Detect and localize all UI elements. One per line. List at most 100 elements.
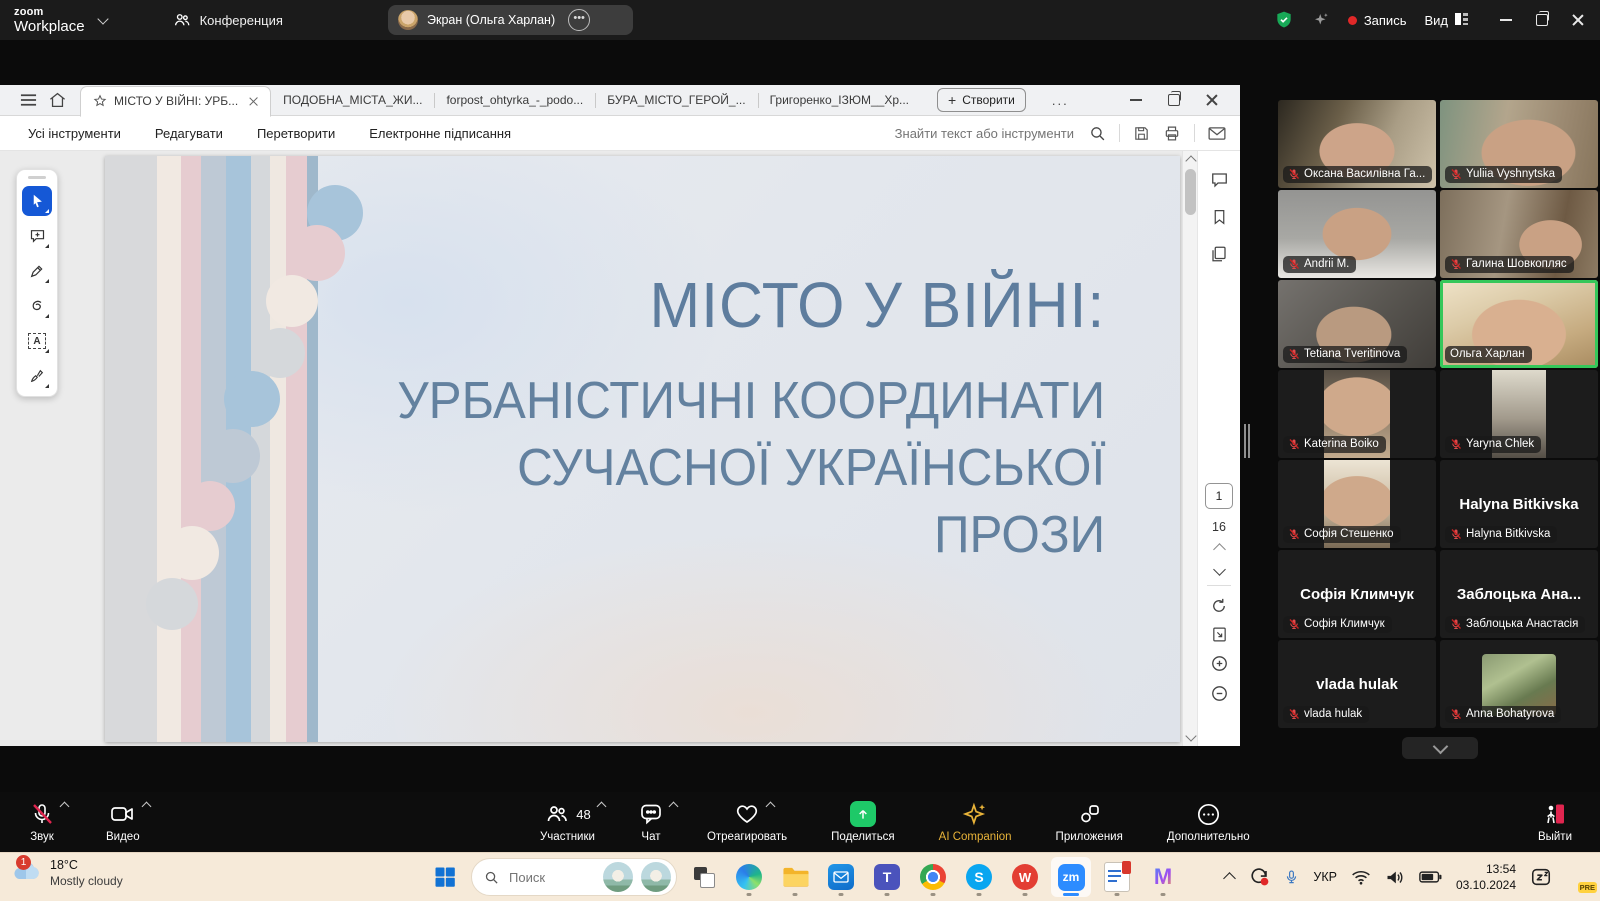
- participant-tile-active-speaker[interactable]: Ольга Харлан: [1440, 280, 1598, 368]
- search-icon[interactable]: [1089, 125, 1106, 142]
- chevron-up-icon[interactable]: [60, 802, 70, 812]
- chevron-down-icon[interactable]: [97, 13, 108, 24]
- pdf-close-icon[interactable]: [1206, 94, 1218, 106]
- chrome-app[interactable]: [913, 857, 953, 897]
- participants-button[interactable]: 48 Участники: [540, 801, 595, 843]
- tab-close-icon[interactable]: [249, 97, 258, 106]
- sign-tool-icon[interactable]: [22, 361, 52, 391]
- leave-button[interactable]: Выйти: [1538, 801, 1572, 843]
- screen-record-icon[interactable]: [1248, 866, 1270, 888]
- taskbar-search[interactable]: [471, 858, 677, 896]
- apps-button[interactable]: Приложения: [1056, 801, 1123, 843]
- more-button[interactable]: Дополнительно: [1167, 801, 1250, 843]
- comment-tool-icon[interactable]: [22, 221, 52, 251]
- tab-overflow-button[interactable]: ...: [1052, 93, 1069, 108]
- scroll-up-icon[interactable]: [1185, 155, 1196, 166]
- pdf-tab[interactable]: ПОДОБНА_МІСТА_ЖИ...: [271, 86, 434, 115]
- page-down-icon[interactable]: [1213, 563, 1226, 576]
- find-input[interactable]: [876, 125, 1076, 142]
- chevron-up-icon[interactable]: [669, 802, 679, 812]
- text-select-tool-icon[interactable]: A: [22, 326, 52, 356]
- bookmark-panel-icon[interactable]: [1211, 208, 1228, 226]
- chevron-up-icon[interactable]: [596, 802, 606, 812]
- participant-tile[interactable]: Оксана Василівна Га...: [1278, 100, 1436, 188]
- menu-convert[interactable]: Перетворити: [257, 126, 335, 141]
- ai-companion-button[interactable]: AI Companion: [939, 801, 1012, 843]
- hamburger-icon[interactable]: [20, 93, 37, 107]
- participant-tile[interactable]: Софія Стешенко: [1278, 460, 1436, 548]
- highlight-tool-icon[interactable]: [22, 256, 52, 286]
- close-icon[interactable]: [1572, 14, 1584, 26]
- volume-icon[interactable]: [1385, 869, 1405, 886]
- home-icon[interactable]: [49, 92, 66, 108]
- audio-button[interactable]: Звук: [30, 801, 54, 843]
- participant-tile[interactable]: Halyna Bitkivska Halyna Bitkivska: [1440, 460, 1598, 548]
- weather-widget[interactable]: 1 18°C Mostly cloudy: [10, 858, 123, 889]
- tab-screen-share[interactable]: Экран (Ольга Харлан) •••: [388, 5, 633, 35]
- react-button[interactable]: Отреагировать: [707, 801, 787, 843]
- participant-tile[interactable]: Katerina Boiko: [1278, 370, 1436, 458]
- pdf-tab-active[interactable]: МІСТО У ВІЙНІ: УРБ...: [80, 86, 271, 117]
- participant-tile[interactable]: Anna Bohatyrova: [1440, 640, 1598, 728]
- video-button[interactable]: Видео: [106, 801, 140, 843]
- tab-meeting[interactable]: Конференция: [173, 11, 283, 29]
- create-button[interactable]: +Створити: [937, 88, 1026, 112]
- participant-tile[interactable]: Andrii M.: [1278, 190, 1436, 278]
- tray-chevron-icon[interactable]: [1224, 872, 1237, 885]
- wps-app[interactable]: W: [1005, 857, 1045, 897]
- zoom-in-icon[interactable]: [1210, 654, 1229, 673]
- page-up-icon[interactable]: [1213, 543, 1226, 556]
- pdf-restore-icon[interactable]: [1168, 94, 1180, 106]
- file-explorer-app[interactable]: [775, 857, 815, 897]
- menu-edit[interactable]: Редагувати: [155, 126, 223, 141]
- rotate-icon[interactable]: [1210, 597, 1228, 615]
- mail-app[interactable]: [821, 857, 861, 897]
- clock[interactable]: 13:54 03.10.2024: [1456, 861, 1516, 893]
- print-icon[interactable]: [1163, 125, 1181, 142]
- start-button[interactable]: [425, 857, 465, 897]
- menu-all-tools[interactable]: Усі інструменти: [28, 126, 121, 141]
- pages-panel-icon[interactable]: [1210, 245, 1228, 263]
- scroll-down-icon[interactable]: [1185, 730, 1196, 741]
- participant-tile[interactable]: Заблоцька Ана... Заблоцька Анастасія: [1440, 550, 1598, 638]
- chevron-up-icon[interactable]: [141, 802, 151, 812]
- fit-page-icon[interactable]: [1211, 626, 1228, 643]
- teams-app[interactable]: T: [867, 857, 907, 897]
- notification-bell-icon[interactable]: [1530, 866, 1552, 888]
- language-indicator[interactable]: УКР: [1313, 870, 1337, 884]
- shield-check-icon[interactable]: [1274, 10, 1294, 30]
- view-button[interactable]: Вид: [1424, 13, 1468, 28]
- restore-icon[interactable]: [1536, 14, 1548, 26]
- mail-icon[interactable]: [1208, 126, 1226, 141]
- edge-app[interactable]: [729, 857, 769, 897]
- participant-tile[interactable]: Tetiana Tveritinova: [1278, 280, 1436, 368]
- battery-icon[interactable]: [1419, 870, 1442, 884]
- scrollbar-thumb[interactable]: [1185, 169, 1196, 215]
- participant-tile[interactable]: vlada hulak vlada hulak: [1278, 640, 1436, 728]
- record-indicator[interactable]: Запись: [1348, 13, 1407, 28]
- draw-tool-icon[interactable]: [22, 291, 52, 321]
- zoom-app-active[interactable]: zm: [1051, 857, 1091, 897]
- pdf-minimize-icon[interactable]: [1130, 99, 1142, 101]
- drag-handle[interactable]: [28, 176, 46, 179]
- task-view-button[interactable]: [683, 857, 723, 897]
- sparkle-icon[interactable]: [1312, 11, 1330, 29]
- document-scrollbar[interactable]: [1182, 151, 1198, 746]
- m-app[interactable]: M: [1143, 857, 1183, 897]
- menu-esign[interactable]: Електронне підписання: [369, 126, 511, 141]
- copilot-icon[interactable]: PRE: [1566, 864, 1592, 890]
- sidebar-page-down-button[interactable]: [1402, 737, 1478, 759]
- participant-tile[interactable]: Yaryna Chlek: [1440, 370, 1598, 458]
- share-button[interactable]: Поделиться: [831, 801, 895, 843]
- select-tool-icon[interactable]: [22, 186, 52, 216]
- comment-panel-icon[interactable]: [1210, 171, 1229, 189]
- pdf-tab[interactable]: БУРА_МІСТО_ГЕРОЙ_...: [595, 86, 757, 115]
- pdf-reader-app[interactable]: [1097, 857, 1137, 897]
- skype-app[interactable]: S: [959, 857, 999, 897]
- chat-button[interactable]: Чат: [639, 801, 663, 843]
- search-highlight-image[interactable]: [641, 862, 671, 892]
- star-icon[interactable]: [93, 94, 107, 108]
- wifi-icon[interactable]: [1351, 869, 1371, 885]
- participant-tile[interactable]: Yuliia Vyshnytska: [1440, 100, 1598, 188]
- participant-tile[interactable]: Галина Шовкопляс: [1440, 190, 1598, 278]
